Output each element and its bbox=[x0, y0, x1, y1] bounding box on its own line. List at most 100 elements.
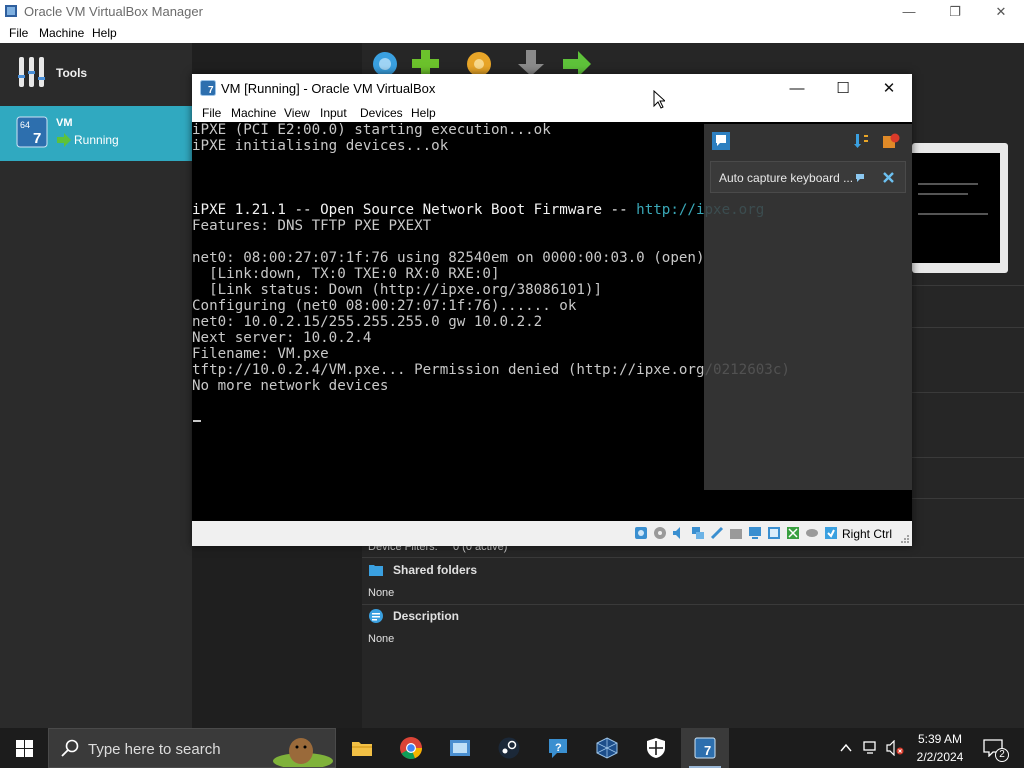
cpu-icon[interactable] bbox=[786, 526, 800, 540]
notification-count-badge: 2 bbox=[995, 748, 1009, 762]
close-button[interactable]: ✕ bbox=[978, 0, 1024, 23]
console-line: iPXE (PCI E2:00.0) starting execution...… bbox=[192, 122, 551, 138]
vm-os-taskbar-icon: 7 bbox=[694, 737, 716, 759]
taskbar-security[interactable] bbox=[632, 728, 680, 768]
notification-toolbar bbox=[704, 124, 912, 154]
divider bbox=[912, 457, 1024, 458]
get-help-icon: ? bbox=[549, 739, 567, 758]
preferences-icon[interactable] bbox=[368, 44, 402, 78]
clear-notifications-icon[interactable] bbox=[882, 133, 900, 149]
virtualbox-icon bbox=[596, 737, 618, 759]
notification-message[interactable]: Auto capture keyboard ... bbox=[710, 161, 906, 193]
network-tray-icon[interactable] bbox=[863, 740, 879, 756]
clock-time[interactable]: 5:39 AM bbox=[910, 732, 970, 746]
console-line: tftp://10.0.2.4/VM.pxe... Permission den… bbox=[192, 362, 790, 378]
chevron-up-icon[interactable] bbox=[840, 742, 852, 754]
taskbar-app[interactable] bbox=[436, 728, 484, 768]
close-notification-icon[interactable] bbox=[883, 172, 894, 183]
svg-text:7: 7 bbox=[208, 85, 214, 96]
search-highlight-groundhog-icon bbox=[273, 738, 333, 767]
clock-date[interactable]: 2/2/2024 bbox=[910, 750, 970, 764]
vm-state: Running bbox=[74, 133, 119, 147]
vm-list-item[interactable]: 64 7 VM Running bbox=[0, 106, 192, 161]
console-line: Filename: VM.pxe bbox=[192, 346, 329, 362]
running-arrow-icon bbox=[57, 133, 71, 147]
taskbar-chrome[interactable] bbox=[387, 728, 435, 768]
chrome-icon bbox=[400, 737, 422, 759]
shared-folders-value: None bbox=[368, 587, 395, 599]
description-title[interactable]: Description bbox=[393, 609, 459, 623]
console-line: Configuring (net0 08:00:27:07:1f:76)....… bbox=[192, 298, 577, 314]
vm-title-bar[interactable]: 7 VM [Running] - Oracle VM VirtualBox — … bbox=[192, 74, 912, 103]
menu-machine[interactable]: Machine bbox=[39, 26, 84, 40]
new-vm-icon[interactable] bbox=[408, 44, 442, 78]
audio-icon[interactable] bbox=[672, 526, 686, 540]
restore-button[interactable]: ❐ bbox=[932, 0, 978, 23]
vm-minimize-button[interactable]: — bbox=[774, 74, 820, 103]
vm-maximize-button[interactable]: ☐ bbox=[820, 74, 866, 103]
os-badge: 64 bbox=[20, 120, 30, 130]
settings-icon[interactable] bbox=[462, 44, 496, 78]
manager-menu-bar: File Machine Help bbox=[0, 23, 1024, 43]
start-button[interactable] bbox=[0, 728, 48, 768]
svg-text:7: 7 bbox=[704, 743, 711, 758]
volume-muted-icon[interactable] bbox=[886, 740, 904, 756]
shield-icon bbox=[647, 738, 665, 758]
sort-icon[interactable] bbox=[854, 133, 870, 149]
network-icon[interactable] bbox=[691, 526, 705, 540]
display-icon[interactable] bbox=[748, 526, 762, 540]
taskbar-help[interactable]: ? bbox=[534, 728, 582, 768]
console-line: net0: 10.0.2.15/255.255.255.0 gw 10.0.2.… bbox=[192, 314, 543, 330]
recording-icon[interactable] bbox=[767, 526, 781, 540]
windows-logo-icon bbox=[16, 740, 33, 757]
notepad-icon bbox=[450, 740, 470, 756]
console-line: Next server: 10.0.2.4 bbox=[192, 330, 372, 346]
vm-menu-input[interactable]: Input bbox=[320, 106, 347, 120]
taskbar-steam[interactable] bbox=[485, 728, 533, 768]
vm-menu-bar: File Machine View Input Devices Help bbox=[192, 103, 912, 122]
vm-menu-machine[interactable]: Machine bbox=[231, 106, 276, 120]
optical-drive-icon[interactable] bbox=[653, 526, 667, 540]
tools-label: Tools bbox=[56, 66, 88, 80]
taskbar: Type here to search ? 7 5:39 AM 2/2/2024… bbox=[0, 728, 1024, 768]
description-value: None bbox=[368, 633, 395, 645]
divider bbox=[362, 604, 1024, 605]
host-key-icon[interactable] bbox=[824, 526, 838, 540]
minimize-button[interactable]: — bbox=[886, 0, 932, 23]
mouse-integration-icon[interactable] bbox=[805, 526, 819, 540]
usb-icon[interactable] bbox=[710, 526, 724, 540]
taskbar-vm-window[interactable]: 7 bbox=[681, 728, 729, 768]
vm-menu-view[interactable]: View bbox=[284, 106, 310, 120]
manager-title: Oracle VM VirtualBox Manager bbox=[24, 4, 203, 19]
menu-file[interactable]: File bbox=[9, 26, 28, 40]
vm-window-title: VM [Running] - Oracle VM VirtualBox bbox=[221, 81, 436, 96]
shared-folders-title[interactable]: Shared folders bbox=[393, 563, 477, 577]
vm-menu-devices[interactable]: Devices bbox=[360, 106, 403, 120]
notification-text: Auto capture keyboard ... bbox=[719, 171, 854, 185]
vm-menu-help[interactable]: Help bbox=[411, 106, 436, 120]
start-vm-icon[interactable] bbox=[560, 44, 594, 78]
taskbar-virtualbox[interactable] bbox=[583, 728, 631, 768]
console-line: iPXE initialising devices...ok bbox=[192, 138, 449, 154]
menu-help[interactable]: Help bbox=[92, 26, 117, 40]
resize-grip-icon[interactable] bbox=[900, 534, 910, 544]
shared-folder-icon bbox=[369, 565, 383, 576]
virtualbox-app-icon bbox=[5, 5, 17, 17]
vm-os-icon: 7 bbox=[200, 80, 216, 96]
taskbar-file-explorer[interactable] bbox=[338, 728, 386, 768]
taskbar-search-box[interactable]: Type here to search bbox=[48, 728, 336, 768]
notification-toggle-icon[interactable] bbox=[712, 132, 730, 150]
pin-icon[interactable] bbox=[854, 172, 866, 184]
divider bbox=[912, 392, 1024, 393]
divider bbox=[362, 557, 1024, 558]
shared-folders-status-icon[interactable] bbox=[729, 526, 743, 540]
divider bbox=[912, 285, 1024, 286]
vm-menu-file[interactable]: File bbox=[202, 106, 221, 120]
search-placeholder: Type here to search bbox=[88, 741, 221, 758]
vm-close-button[interactable]: ✕ bbox=[866, 74, 912, 103]
hdd-icon[interactable] bbox=[634, 526, 648, 540]
tools-item[interactable]: Tools bbox=[0, 53, 192, 95]
divider bbox=[912, 498, 1024, 499]
discard-icon[interactable] bbox=[514, 44, 548, 78]
vm-status-bar: Right Ctrl bbox=[192, 521, 912, 546]
